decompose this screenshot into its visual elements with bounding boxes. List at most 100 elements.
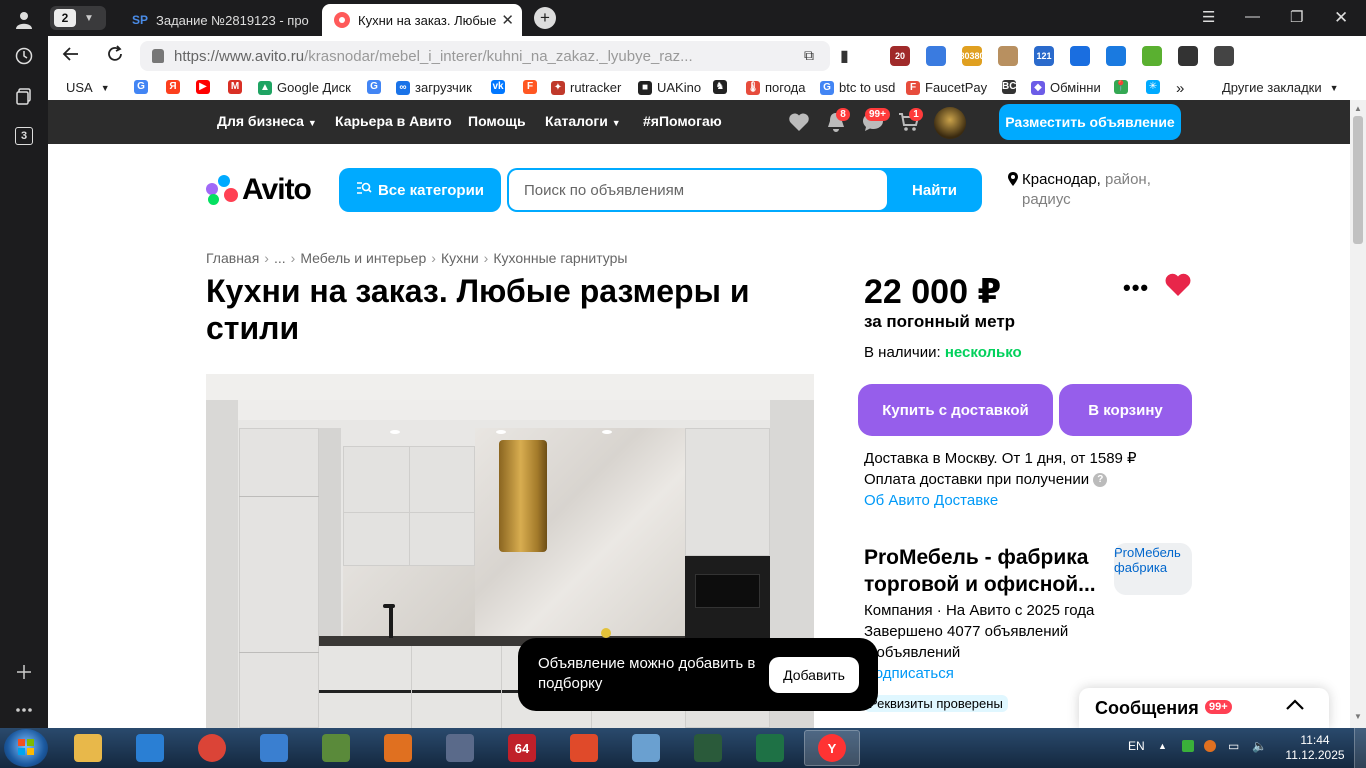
copy-link-icon[interactable]: ⧉ [804, 47, 814, 64]
bookmark-item[interactable]: ◆ Обмінни [1031, 80, 1101, 95]
other-bookmarks[interactable]: Другие закладки ▼ [1222, 80, 1339, 95]
bookmark-item[interactable]: ▶ [196, 80, 215, 94]
restore-icon[interactable]: ❐ [1290, 8, 1303, 26]
bookmark-item[interactable]: ∞ загрузчик [396, 80, 472, 95]
location-selector[interactable]: Краснодар, район, радиус [1008, 170, 1178, 210]
bookmark-item[interactable]: Я [166, 80, 185, 94]
nav-career[interactable]: Карьера в Авито [335, 113, 452, 129]
tray-monitor-icon[interactable]: ▭ [1228, 739, 1239, 753]
scroll-down-icon[interactable]: ▼ [1354, 712, 1362, 721]
shield-icon[interactable] [122, 730, 178, 766]
tray-app-icon[interactable] [1182, 740, 1194, 755]
ext-download-icon[interactable] [1098, 44, 1134, 68]
excel-icon[interactable] [742, 730, 798, 766]
bookmark-item[interactable]: G [367, 80, 386, 94]
start-button[interactable] [4, 729, 48, 767]
bookmark-item[interactable]: 🌡 погода [746, 80, 806, 95]
scrollbar-thumb[interactable] [1353, 116, 1363, 244]
avito-logo[interactable]: Avito [206, 173, 312, 207]
close-window-icon[interactable]: ✕ [1334, 8, 1348, 28]
history-icon[interactable] [12, 44, 36, 68]
player-icon[interactable] [370, 730, 426, 766]
toast-add-button[interactable]: Добавить [769, 657, 859, 693]
nav-help-hashtag[interactable]: #яПомогаю [643, 113, 722, 129]
show-desktop-button[interactable] [1354, 728, 1366, 768]
bookmark-item[interactable]: Gbtc to usd [820, 80, 895, 95]
ext-diamond-icon[interactable] [1062, 44, 1098, 68]
tab-avito-active[interactable]: Кухни на заказ. Любые ✕ [322, 4, 522, 36]
ext-box-icon[interactable] [990, 44, 1026, 68]
board-icon[interactable] [308, 730, 364, 766]
minimize-icon[interactable]: — [1245, 8, 1260, 25]
nav-catalogs[interactable]: Каталоги ▼ [545, 113, 621, 129]
scroll-up-icon[interactable]: ▲ [1354, 104, 1362, 113]
nav-help[interactable]: Помощь [468, 113, 526, 129]
nav-business[interactable]: Для бизнеса ▼ [217, 113, 317, 129]
bookmark-item[interactable]: 📍 [1114, 80, 1133, 94]
seller-name[interactable]: ProМебель - фабрика торговой и офисной..… [864, 544, 1104, 598]
new-tab-button[interactable]: + [534, 7, 556, 29]
bookmark-item[interactable]: ✳ [1146, 80, 1165, 94]
ext-globe-icon[interactable] [918, 44, 954, 68]
collections-icon[interactable] [12, 84, 36, 108]
chrome-icon[interactable] [184, 730, 240, 766]
subscribe-link[interactable]: Подписаться [864, 663, 1094, 684]
page-scrollbar[interactable]: ▲ ▼ [1350, 100, 1366, 728]
messages-widget[interactable]: Сообщения 99+ [1079, 688, 1329, 728]
bookmark-item[interactable]: ♞ [713, 80, 732, 94]
globe-icon[interactable] [246, 730, 302, 766]
find-button[interactable]: Найти [887, 168, 982, 212]
tray-network-icon[interactable] [1204, 740, 1216, 755]
bookmark-item[interactable]: G [134, 80, 153, 94]
add-to-cart-button[interactable]: В корзину [1059, 384, 1192, 436]
all-categories-button[interactable]: Все категории [339, 168, 501, 212]
more-bookmarks-icon[interactable]: » [1176, 80, 1184, 97]
bookmark-item[interactable]: ■ UAKino [638, 80, 701, 95]
ext-puzzle-icon[interactable] [1170, 44, 1206, 68]
breadcrumb-item[interactable]: Главная [206, 250, 259, 266]
ext-copy-icon[interactable] [1206, 44, 1242, 68]
url-bar[interactable]: https://www.avito.ru /krasnodar/mebel_i_… [140, 41, 830, 71]
seller-logo[interactable]: ProМебель фабрика [1114, 543, 1192, 595]
bookmark-item[interactable]: ▲ Google Диск [258, 80, 351, 95]
buy-with-delivery-button[interactable]: Купить с доставкой [858, 384, 1053, 436]
help-question-icon[interactable]: ? [1093, 473, 1108, 488]
add-panel-icon[interactable] [12, 660, 36, 684]
volume-icon[interactable]: 🔈 [1252, 739, 1267, 753]
language-indicator[interactable]: EN [1128, 739, 1145, 753]
bookmark-item[interactable]: BC [1002, 80, 1021, 94]
folder-icon[interactable] [60, 730, 116, 766]
profile-icon[interactable] [12, 8, 36, 32]
more-icon[interactable] [12, 698, 36, 722]
bookmark-item[interactable]: vk [491, 80, 510, 94]
close-tab-icon[interactable]: ✕ [501, 11, 514, 29]
tray-expand-icon[interactable]: ▲ [1158, 741, 1167, 751]
back-icon[interactable] [62, 45, 80, 68]
menu-icon[interactable]: ☰ [1202, 8, 1215, 26]
breadcrumb-item[interactable]: Мебель и интерьер [300, 250, 426, 266]
tab-task[interactable]: SP Задание №2819123 - про [120, 4, 310, 36]
yandex-icon[interactable]: Y [804, 730, 860, 766]
bookmark-item[interactable]: F FaucetPay [906, 80, 987, 95]
bookmark-icon[interactable]: ▮ [840, 46, 849, 66]
delivery-link[interactable]: Об Авито Доставке [864, 490, 1137, 511]
place-ad-button[interactable]: Разместить объявление [999, 104, 1181, 140]
avatar[interactable] [934, 107, 966, 139]
breadcrumb-item[interactable]: ... [274, 250, 286, 266]
tab-counter[interactable]: 2 ▼ [50, 6, 106, 30]
workspaces-count-icon[interactable]: 3 [15, 127, 33, 145]
search-input[interactable] [509, 170, 887, 210]
more-options-icon[interactable]: ••• [1123, 275, 1149, 301]
ext-calendar-icon[interactable]: 121 [1026, 44, 1062, 68]
breadcrumb-item[interactable]: Кухонные гарнитуры [493, 250, 627, 266]
favorite-heart-icon[interactable] [1164, 272, 1192, 305]
ext-stats-icon[interactable]: 20 [882, 44, 918, 68]
bookmark-item[interactable]: F [523, 80, 542, 94]
chevron-up-icon[interactable] [1285, 694, 1305, 717]
favorites-heart-icon[interactable] [788, 112, 810, 138]
reload-icon[interactable] [106, 45, 124, 68]
bookmark-item[interactable]: ✦ rutracker [551, 80, 621, 95]
breadcrumb-item[interactable]: Кухни [441, 250, 479, 266]
clock-icon[interactable] [432, 730, 488, 766]
bookmark-usa[interactable]: USA ▼ [66, 80, 110, 95]
